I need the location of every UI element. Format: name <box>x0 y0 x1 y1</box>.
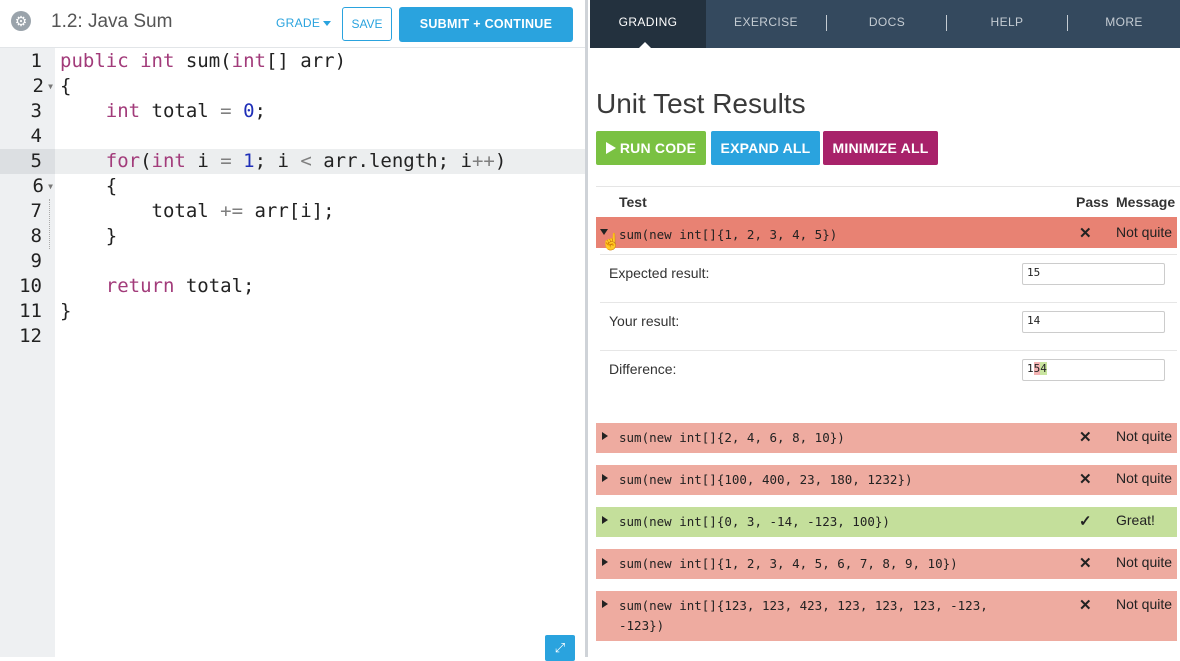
line-number: 6 ▼ <box>32 175 53 197</box>
difference-field[interactable]: 154 <box>1022 359 1165 381</box>
grade-label: GRADE <box>276 16 321 30</box>
code-line: { <box>60 75 72 97</box>
tab-exercise[interactable]: EXERCISE <box>706 0 826 48</box>
line-number: 10 <box>19 275 42 297</box>
current-line-gutter-highlight <box>0 149 55 174</box>
code-line: { <box>60 175 118 197</box>
expand-all-button[interactable]: EXPAND ALL <box>711 131 820 165</box>
line-number: 8 <box>30 225 42 247</box>
results-heading: Unit Test Results <box>596 88 806 119</box>
code-line: total += arr[i]; <box>60 200 335 222</box>
code-line: public int sum(int[] arr) <box>60 50 347 72</box>
test-expression: sum(new int[]{1, 2, 3, 4, 5, 6, 7, 8, 9,… <box>619 556 958 571</box>
active-tab-indicator <box>639 42 651 48</box>
expand-triangle-icon[interactable] <box>602 474 608 482</box>
submit-continue-button[interactable]: SUBMIT + CONTINUE <box>399 7 573 42</box>
tab-help[interactable]: HELP <box>947 0 1067 48</box>
run-code-label: RUN CODE <box>619 140 697 156</box>
test-expression: sum(new int[]{123, 123, 423, 123, 123, 1… <box>619 598 988 633</box>
diff-added: 4 <box>1040 362 1047 375</box>
play-icon <box>605 142 616 154</box>
test-row-expanded[interactable]: sum(new int[]{1, 2, 3, 4, 5}) ✕ Not quit… <box>596 217 1177 248</box>
fold-arrow-icon[interactable]: ▼ <box>48 174 53 199</box>
test-message: Not quite <box>1116 428 1173 444</box>
hand-cursor-icon: ☝ <box>601 234 621 251</box>
test-expression: sum(new int[]{2, 4, 6, 8, 10}) <box>619 430 845 445</box>
your-result-row: Your result: 14 <box>600 302 1177 350</box>
expected-label: Expected result: <box>609 265 710 281</box>
expand-triangle-icon[interactable] <box>602 516 608 524</box>
column-message: Message <box>1116 194 1176 210</box>
caret-down-icon <box>323 21 332 27</box>
code-line: } <box>60 300 72 322</box>
editor-pane: ⚙ 1.2: Java Sum GRADE SAVE SUBMIT + CONT… <box>0 0 588 661</box>
line-number: 4 <box>30 125 42 147</box>
top-tabs: GRADING EXERCISE DOCS HELP MORE <box>590 0 1180 48</box>
pass-check-icon: ✓ <box>1079 513 1092 530</box>
test-row[interactable]: sum(new int[]{123, 123, 423, 123, 123, 1… <box>596 591 1177 641</box>
difference-row: Difference: 154 <box>600 350 1177 398</box>
code-line: int total = 0; <box>105 100 266 122</box>
your-result-field[interactable]: 14 <box>1022 311 1165 333</box>
code-line: for(int i = 1; i < arr.length; i++) <box>105 150 507 172</box>
test-message: Not quite <box>1116 470 1173 486</box>
fail-x-icon: ✕ <box>1079 471 1092 488</box>
test-expression: sum(new int[]{100, 400, 23, 180, 1232}) <box>619 472 913 487</box>
difference-label: Difference: <box>609 361 677 377</box>
line-number: 5 <box>30 150 42 172</box>
exercise-title: 1.2: Java Sum <box>51 11 173 32</box>
fullscreen-expand-icon[interactable]: ⤢ <box>545 635 575 661</box>
test-message: Not quite <box>1116 596 1173 612</box>
test-row[interactable]: sum(new int[]{2, 4, 6, 8, 10}) ✕ Not qui… <box>596 423 1177 453</box>
line-number: 3 <box>30 100 42 122</box>
code-editor[interactable] <box>55 48 585 657</box>
editor-toolbar: ⚙ 1.2: Java Sum GRADE SAVE SUBMIT + CONT… <box>0 0 585 48</box>
expand-triangle-icon[interactable] <box>602 432 608 440</box>
grading-pane: GRADING EXERCISE DOCS HELP MORE Unit Tes… <box>590 0 1180 657</box>
test-message: Great! <box>1116 512 1155 528</box>
tab-more[interactable]: MORE <box>1068 0 1180 48</box>
test-message: Not quite <box>1116 224 1173 240</box>
line-number-gutter <box>0 48 55 657</box>
fail-x-icon: ✕ <box>1079 555 1092 572</box>
diff-prefix: 1 <box>1027 362 1034 375</box>
test-row[interactable]: sum(new int[]{0, 3, -14, -123, 100}) ✓ G… <box>596 507 1177 537</box>
tab-docs[interactable]: DOCS <box>827 0 947 48</box>
your-result-label: Your result: <box>609 313 680 329</box>
fail-x-icon: ✕ <box>1079 225 1092 242</box>
indent-guide <box>49 199 50 249</box>
fail-x-icon: ✕ <box>1079 429 1092 446</box>
test-message: Not quite <box>1116 554 1173 570</box>
column-test: Test <box>619 194 647 210</box>
line-number: 12 <box>19 325 42 347</box>
fold-arrow-icon[interactable]: ▼ <box>48 74 53 99</box>
line-number: 11 <box>19 300 42 322</box>
tab-grading[interactable]: GRADING <box>590 0 706 48</box>
grade-dropdown[interactable]: GRADE <box>276 16 332 30</box>
line-number: 9 <box>30 250 42 272</box>
test-row[interactable]: sum(new int[]{100, 400, 23, 180, 1232}) … <box>596 465 1177 495</box>
save-button[interactable]: SAVE <box>342 7 392 41</box>
gear-icon[interactable]: ⚙ <box>11 11 31 31</box>
expected-result-row: Expected result: 15 <box>600 254 1177 302</box>
line-number: 7 <box>30 200 42 222</box>
test-expression: sum(new int[]{1, 2, 3, 4, 5}) <box>619 227 838 242</box>
results-table-header: Test Pass Message <box>596 186 1180 216</box>
expected-value-field[interactable]: 15 <box>1022 263 1165 285</box>
code-line: return total; <box>105 275 255 297</box>
minimize-all-button[interactable]: MINIMIZE ALL <box>823 131 938 165</box>
test-expression: sum(new int[]{0, 3, -14, -123, 100}) <box>619 514 890 529</box>
line-number: 1 <box>30 50 42 72</box>
line-number: 2 ▼ <box>32 75 53 97</box>
code-line: } <box>60 225 118 247</box>
fail-x-icon: ✕ <box>1079 597 1092 614</box>
expand-triangle-icon[interactable] <box>602 558 608 566</box>
run-code-button[interactable]: RUN CODE <box>596 131 706 165</box>
test-row[interactable]: sum(new int[]{1, 2, 3, 4, 5, 6, 7, 8, 9,… <box>596 549 1177 579</box>
column-pass: Pass <box>1076 194 1109 210</box>
expand-triangle-icon[interactable] <box>602 600 608 608</box>
